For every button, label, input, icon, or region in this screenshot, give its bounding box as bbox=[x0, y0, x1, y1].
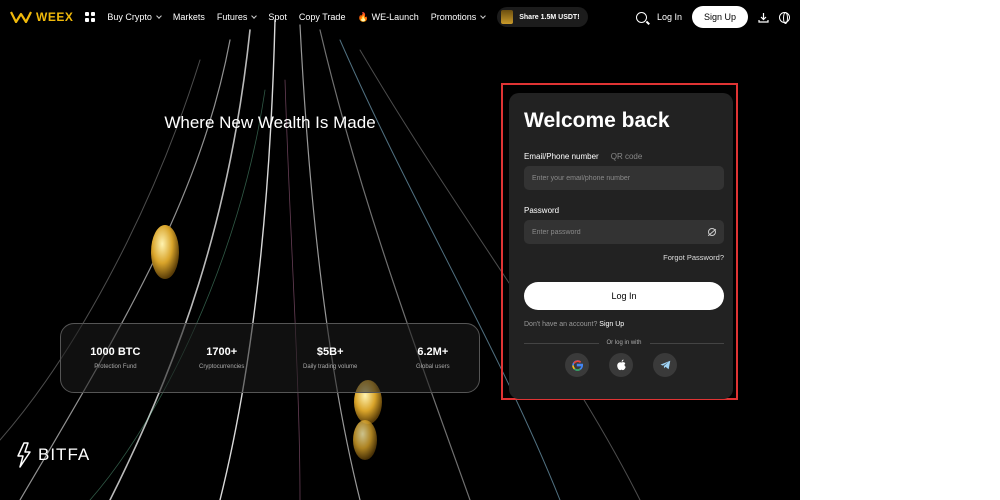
login-button[interactable]: Log In bbox=[524, 282, 724, 310]
chevron-down-icon bbox=[156, 13, 162, 19]
nav-futures[interactable]: Futures bbox=[216, 12, 258, 22]
login-tabs: Email/Phone number QR code bbox=[524, 152, 718, 161]
nav-signup-button[interactable]: Sign Up bbox=[691, 6, 748, 28]
nav-label: Futures bbox=[216, 12, 248, 22]
bitfa-watermark: BITFA bbox=[16, 442, 90, 468]
apps-grid-icon[interactable] bbox=[85, 12, 96, 22]
signup-link[interactable]: Sign Up bbox=[599, 321, 624, 328]
login-card: Welcome back Email/Phone number QR code … bbox=[509, 93, 733, 399]
stat-label: Global users bbox=[415, 364, 450, 370]
top-nav: WEEX Buy Crypto Markets Futures Spot Cop… bbox=[0, 0, 800, 34]
stat-value: $5B+ bbox=[316, 346, 344, 358]
nav-markets[interactable]: Markets bbox=[173, 12, 205, 22]
telegram-logo bbox=[660, 360, 670, 370]
google-logo bbox=[571, 359, 583, 371]
password-field-wrap bbox=[524, 220, 724, 244]
or-login-with-text: Or log in with bbox=[606, 340, 642, 346]
hero-title: Where New Wealth Is Made bbox=[164, 113, 376, 132]
stat-item: $5B+ Daily trading volume bbox=[303, 346, 357, 370]
bitfa-logo-icon bbox=[17, 442, 31, 468]
nav-login-button[interactable]: Log In bbox=[657, 12, 682, 22]
nav-label: Promotions bbox=[430, 12, 477, 22]
stat-item: 6.2M+ Global users bbox=[416, 346, 450, 370]
download-icon[interactable] bbox=[758, 12, 769, 23]
nav-label: Spot bbox=[268, 12, 287, 22]
no-account-text: Don't have an account? bbox=[524, 321, 598, 328]
nav-label: WE-Launch bbox=[371, 12, 419, 22]
social-login-row bbox=[565, 353, 677, 377]
search-icon[interactable] bbox=[635, 11, 647, 23]
password-label: Password bbox=[524, 206, 560, 215]
weex-logo-icon bbox=[10, 11, 32, 23]
brand-logo[interactable]: WEEX bbox=[10, 10, 73, 24]
stat-value: 1700+ bbox=[206, 346, 238, 358]
forgot-password-link[interactable]: Forgot Password? bbox=[524, 253, 724, 262]
chevron-down-icon bbox=[480, 13, 487, 19]
nav-copy-trade[interactable]: Copy Trade bbox=[299, 12, 346, 22]
signup-prompt: Don't have an account? Sign Up bbox=[524, 321, 718, 328]
tab-qr-code[interactable]: QR code bbox=[611, 152, 643, 161]
stat-label: Cryptocurrencies bbox=[199, 364, 245, 370]
nav-we-launch[interactable]: 🔥 WE-Launch bbox=[357, 12, 418, 23]
apple-icon[interactable] bbox=[609, 353, 633, 377]
watermark-text: BITFA bbox=[38, 445, 91, 464]
tab-email-phone[interactable]: Email/Phone number bbox=[524, 152, 599, 161]
globe-icon[interactable] bbox=[779, 11, 790, 24]
stat-value: 6.2M+ bbox=[417, 346, 449, 358]
brand-name: WEEX bbox=[36, 10, 74, 24]
blank-margin bbox=[800, 0, 1000, 500]
divider-line bbox=[524, 342, 599, 344]
promo-text: Share 1.5M USDT! bbox=[519, 13, 580, 21]
nav-right-actions: Log In Sign Up bbox=[635, 6, 790, 28]
stat-item: 1700+ Cryptocurrencies bbox=[199, 346, 244, 370]
nav-promotions[interactable]: Promotions bbox=[430, 12, 487, 22]
apple-logo bbox=[616, 359, 626, 371]
nav-buy-crypto[interactable]: Buy Crypto bbox=[107, 12, 162, 22]
telegram-icon[interactable] bbox=[653, 353, 677, 377]
stat-value: 1000 BTC bbox=[90, 346, 141, 358]
nav-label: Markets bbox=[172, 12, 205, 22]
nav-spot[interactable]: Spot bbox=[268, 12, 287, 22]
stat-label: Daily trading volume bbox=[303, 364, 358, 370]
trophy-icon bbox=[501, 10, 514, 24]
fire-icon: 🔥 bbox=[357, 11, 369, 22]
login-title: Welcome back bbox=[524, 109, 670, 132]
stat-label: Protection Fund bbox=[94, 364, 137, 370]
google-icon[interactable] bbox=[565, 353, 589, 377]
nav-label: Copy Trade bbox=[298, 12, 346, 22]
email-input[interactable] bbox=[524, 166, 724, 190]
or-divider: Or log in with bbox=[524, 340, 725, 346]
divider-line bbox=[649, 342, 725, 344]
chevron-down-icon bbox=[251, 13, 258, 19]
eye-off-icon[interactable] bbox=[708, 228, 716, 236]
password-input[interactable] bbox=[524, 220, 724, 244]
stat-item: 1000 BTC Protection Fund bbox=[90, 346, 140, 370]
page-background: WEEX Buy Crypto Markets Futures Spot Cop… bbox=[0, 0, 800, 500]
nav-label: Buy Crypto bbox=[107, 12, 152, 22]
stats-panel: 1000 BTC Protection Fund 1700+ Cryptocur… bbox=[60, 323, 480, 393]
promo-banner-pill[interactable]: Share 1.5M USDT! bbox=[497, 7, 588, 27]
